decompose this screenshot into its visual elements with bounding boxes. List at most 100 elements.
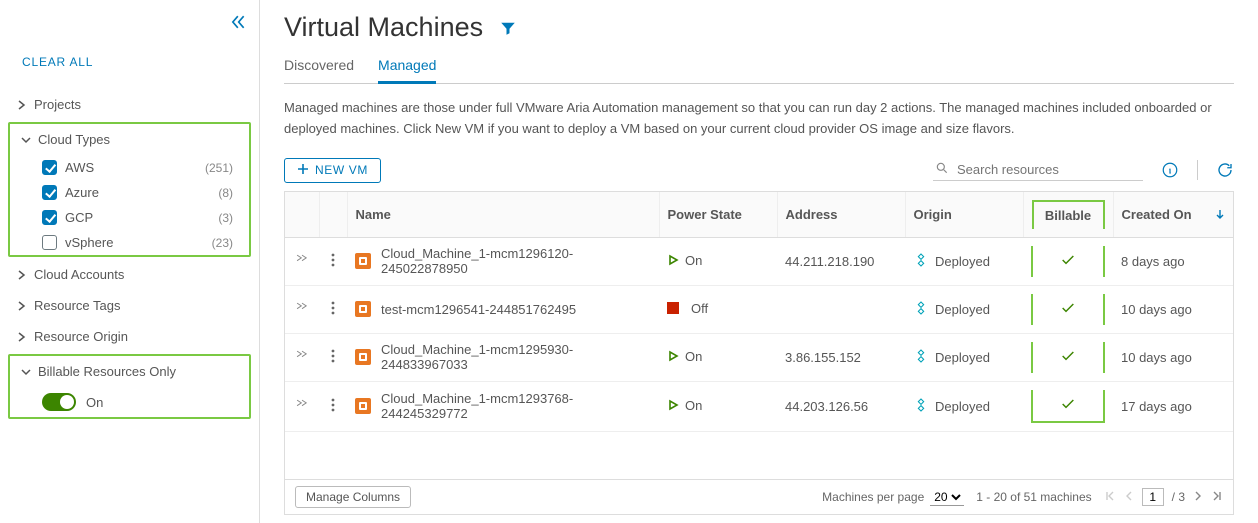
tab-discovered[interactable]: Discovered (284, 51, 354, 83)
chevron-right-icon (16, 270, 28, 280)
filter-cloud-accounts-label: Cloud Accounts (34, 267, 124, 282)
chevron-down-icon (20, 135, 32, 145)
page-prev-icon[interactable] (1124, 490, 1134, 504)
chevron-right-icon (16, 332, 28, 342)
filter-item-azure[interactable]: Azure (8) (42, 180, 243, 205)
page-total: / 3 (1172, 490, 1185, 504)
filter-icon[interactable] (499, 19, 517, 37)
filter-cloud-types-label: Cloud Types (38, 132, 110, 147)
col-origin[interactable]: Origin (905, 192, 1023, 238)
power-state-label: Off (691, 301, 708, 316)
col-created[interactable]: Created On (1113, 192, 1233, 238)
refresh-icon[interactable] (1216, 161, 1234, 179)
table-footer: Manage Columns Machines per page 20 1 - … (285, 479, 1233, 514)
new-vm-button[interactable]: NEW VM (284, 158, 381, 183)
info-icon[interactable] (1161, 161, 1179, 179)
expand-row-icon[interactable] (295, 400, 309, 415)
filter-item-count: (23) (212, 236, 233, 250)
filter-billable-only-group: Billable Resources Only On (8, 354, 251, 419)
billable-toggle-state: On (86, 395, 103, 410)
vm-icon (355, 398, 371, 414)
deployed-icon (913, 300, 929, 319)
filter-billable-only-toggle[interactable]: Billable Resources Only (16, 356, 243, 387)
billable-check-icon (1060, 396, 1076, 415)
chevron-down-icon (20, 367, 32, 377)
vm-address: 3.86.155.152 (785, 350, 861, 365)
vm-created-on: 10 days ago (1121, 350, 1192, 365)
sort-desc-icon[interactable] (1215, 207, 1225, 222)
new-vm-label: NEW VM (315, 163, 368, 177)
vm-icon (355, 301, 371, 317)
deployed-icon (913, 252, 929, 271)
row-actions-icon[interactable] (331, 255, 335, 270)
checkbox-icon[interactable] (42, 210, 57, 225)
checkbox-icon[interactable] (42, 235, 57, 250)
filter-item-count: (8) (218, 186, 233, 200)
page-number-input[interactable] (1142, 488, 1164, 506)
vm-name-link[interactable]: test-mcm1296541-244851762495 (381, 302, 576, 317)
filter-item-gcp[interactable]: GCP (3) (42, 205, 243, 230)
main-content: Virtual Machines Discovered Managed Mana… (260, 0, 1258, 523)
power-state-label: On (685, 253, 702, 268)
clear-all-button[interactable]: CLEAR ALL (6, 49, 253, 89)
expand-row-icon[interactable] (295, 303, 309, 318)
filter-item-count: (3) (218, 211, 233, 225)
tabs: Discovered Managed (284, 51, 1234, 84)
filter-item-label: GCP (65, 210, 93, 225)
manage-columns-button[interactable]: Manage Columns (295, 486, 411, 508)
filter-resource-tags-label: Resource Tags (34, 298, 120, 313)
power-state-label: On (685, 398, 702, 413)
collapse-sidebar-icon[interactable] (227, 12, 247, 32)
vm-name-link[interactable]: Cloud_Machine_1-mcm1295930-244833967033 (381, 342, 573, 372)
deployed-icon (913, 348, 929, 367)
table-row: Cloud_Machine_1-mcm1293768-244245329772 … (285, 381, 1233, 431)
checkbox-icon[interactable] (42, 185, 57, 200)
filter-projects-toggle[interactable]: Projects (12, 89, 247, 120)
filter-item-count: (251) (205, 161, 233, 175)
vm-origin: Deployed (935, 399, 990, 414)
filter-cloud-types-group: Cloud Types AWS (251) Azure (8) GCP (3) … (8, 122, 251, 257)
col-power[interactable]: Power State (659, 192, 777, 238)
filter-cloud-types-toggle[interactable]: Cloud Types (16, 124, 243, 155)
vm-origin: Deployed (935, 350, 990, 365)
vm-created-on: 17 days ago (1121, 399, 1192, 414)
tab-managed[interactable]: Managed (378, 51, 436, 84)
filter-resource-tags-toggle[interactable]: Resource Tags (12, 290, 247, 321)
checkbox-icon[interactable] (42, 160, 57, 175)
per-page-select[interactable]: 20 (930, 489, 964, 506)
page-first-icon[interactable] (1104, 490, 1116, 505)
col-address[interactable]: Address (777, 192, 905, 238)
filter-cloud-accounts-toggle[interactable]: Cloud Accounts (12, 259, 247, 290)
vm-name-link[interactable]: Cloud_Machine_1-mcm1296120-245022878950 (381, 246, 573, 276)
row-actions-icon[interactable] (331, 400, 335, 415)
row-actions-icon[interactable] (331, 303, 335, 318)
filter-item-label: vSphere (65, 235, 113, 250)
table-row: Cloud_Machine_1-mcm1296120-245022878950 … (285, 237, 1233, 285)
vm-name-link[interactable]: Cloud_Machine_1-mcm1293768-244245329772 (381, 391, 573, 421)
billable-toggle-switch[interactable] (42, 393, 76, 411)
row-actions-icon[interactable] (331, 351, 335, 366)
search-resources[interactable] (933, 159, 1143, 181)
vm-table: Name Power State Address Origin Billable… (284, 191, 1234, 515)
expand-row-icon[interactable] (295, 255, 309, 270)
page-next-icon[interactable] (1193, 490, 1203, 504)
filter-sidebar: CLEAR ALL Projects Cloud Types AWS (251)… (0, 0, 260, 523)
page-last-icon[interactable] (1211, 490, 1223, 505)
vm-address: 44.211.218.190 (785, 254, 874, 269)
col-name[interactable]: Name (347, 192, 659, 238)
filter-item-vsphere[interactable]: vSphere (23) (42, 230, 243, 255)
search-input[interactable] (957, 162, 1137, 177)
col-billable[interactable]: Billable (1032, 200, 1105, 229)
page-description: Managed machines are those under full VM… (284, 98, 1234, 140)
vm-icon (355, 253, 371, 269)
billable-check-icon (1060, 252, 1076, 271)
toolbar-divider (1197, 160, 1198, 180)
filter-resource-origin-toggle[interactable]: Resource Origin (12, 321, 247, 352)
billable-check-icon (1060, 348, 1076, 367)
filter-item-aws[interactable]: AWS (251) (42, 155, 243, 180)
vm-created-on: 8 days ago (1121, 254, 1185, 269)
page-title: Virtual Machines (284, 12, 483, 43)
expand-row-icon[interactable] (295, 351, 309, 366)
chevron-right-icon (16, 100, 28, 110)
per-page-label: Machines per page (822, 490, 924, 504)
